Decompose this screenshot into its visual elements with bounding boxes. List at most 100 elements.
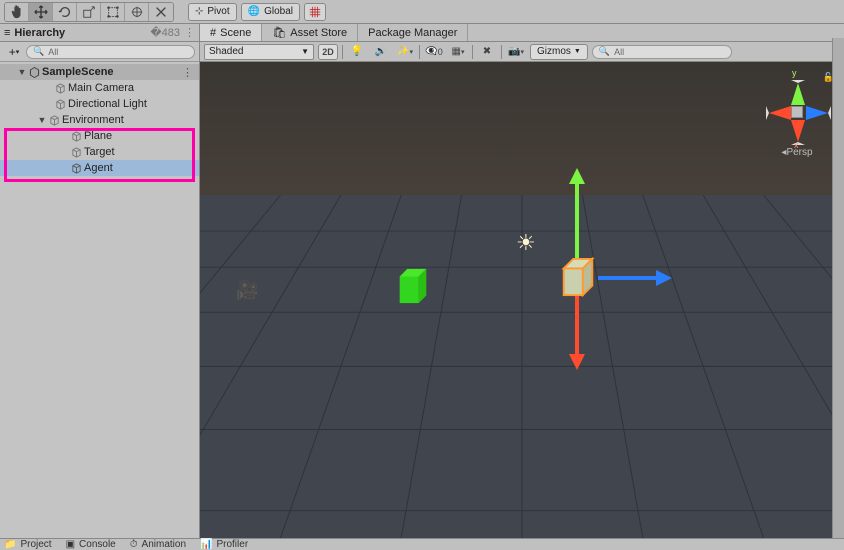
pivot-icon: ⊹ — [195, 6, 203, 17]
gizmos-label: Gizmos — [537, 46, 571, 57]
move-tool-button[interactable] — [29, 3, 53, 21]
hierarchy-item-label: Plane — [84, 130, 112, 142]
search-icon: 🔍 — [599, 46, 610, 57]
hierarchy-panel: ≡ Hierarchy �483 ⋮ +▾ 🔍 All ▼ SampleSce — [0, 24, 200, 538]
gizmo-center-cube[interactable] — [791, 106, 803, 118]
search-icon: 🔍 — [33, 46, 44, 57]
global-toggle-button[interactable]: 🌐 Global — [241, 3, 300, 21]
rotate-tool-button[interactable] — [53, 3, 77, 21]
scene-label: SampleScene — [42, 66, 114, 78]
animation-icon: ⏱ — [130, 539, 138, 550]
globe-icon: 🌐 — [248, 6, 260, 17]
shading-mode-dropdown[interactable]: Shaded ▼ — [204, 44, 314, 60]
chevron-down-icon: ▼ — [301, 47, 309, 56]
custom-tools-button[interactable] — [149, 3, 173, 21]
vertical-scrollbar[interactable] — [832, 38, 844, 538]
hierarchy-item-label: Agent — [84, 162, 113, 174]
tool-settings-icon[interactable]: ✖ — [477, 44, 497, 60]
pivot-label: Pivot — [207, 6, 229, 17]
scene-menu-icon[interactable]: ⋮ — [182, 66, 199, 79]
tab-console[interactable]: ▣Console — [66, 539, 116, 550]
target-cube-object[interactable] — [394, 267, 432, 305]
move-gizmo-x-axis[interactable] — [598, 276, 658, 280]
expand-arrow-icon[interactable]: ▼ — [16, 67, 28, 77]
scale-tool-button[interactable] — [77, 3, 101, 21]
folder-icon: 📁 — [4, 539, 16, 550]
camera-settings-icon[interactable]: 📷▾ — [506, 44, 526, 60]
tab-profiler[interactable]: 📊Profiler — [200, 539, 248, 550]
gameobject-icon — [70, 146, 82, 158]
hand-tool-button[interactable] — [5, 3, 29, 21]
hierarchy-item-target[interactable]: Target — [0, 144, 199, 160]
orientation-gizmo[interactable]: 🔓 y z x ◂Persp — [762, 68, 832, 158]
grid-toggle-icon[interactable]: ▦▾ — [448, 44, 468, 60]
transform-tool-button[interactable] — [125, 3, 149, 21]
agent-cube-object[interactable] — [558, 257, 598, 297]
projection-label[interactable]: ◂Persp — [762, 147, 832, 158]
move-gizmo-z-axis[interactable] — [575, 294, 579, 356]
hierarchy-item-label: Directional Light — [68, 98, 147, 110]
profiler-icon: 📊 — [200, 539, 212, 550]
axis-y-cone[interactable] — [791, 80, 805, 105]
axis-z-cone[interactable] — [806, 106, 831, 120]
fx-toggle-dropdown[interactable]: ✨▾ — [395, 44, 415, 60]
hierarchy-search-input[interactable]: 🔍 All — [26, 45, 195, 59]
hierarchy-icon: ≡ — [4, 27, 10, 39]
hierarchy-item-label: Target — [84, 146, 115, 158]
console-icon: ▣ — [66, 539, 75, 550]
hierarchy-item-label: Environment — [62, 114, 124, 126]
scene-tab-label: Scene — [220, 27, 251, 39]
axis-x-neg-cone[interactable] — [766, 106, 791, 120]
hierarchy-item-main-camera[interactable]: Main Camera — [0, 80, 199, 96]
hierarchy-item-agent[interactable]: Agent — [0, 160, 199, 176]
move-gizmo-y-axis[interactable] — [575, 182, 579, 264]
package-manager-tab-label: Package Manager — [368, 27, 457, 39]
asset-store-icon: 🛍 — [272, 26, 286, 39]
asset-store-tab-label: Asset Store — [290, 27, 347, 39]
tab-scene[interactable]: # Scene — [200, 24, 262, 41]
camera-gizmo[interactable]: 🎥 — [236, 280, 258, 301]
pivot-toggle-button[interactable]: ⊹ Pivot — [188, 3, 237, 21]
rect-tool-button[interactable] — [101, 3, 125, 21]
main-toolbar: ⊹ Pivot 🌐 Global — [0, 0, 844, 24]
scene-search-placeholder: All — [614, 47, 624, 57]
scene-tabs: # Scene 🛍 Asset Store Package Manager — [200, 24, 844, 42]
global-label: Global — [264, 6, 293, 17]
scene-viewport[interactable]: ☀ 🎥 🔓 y z — [200, 62, 844, 538]
lighting-toggle-icon[interactable]: 💡 — [347, 44, 367, 60]
hierarchy-item-directional-light[interactable]: Directional Light — [0, 96, 199, 112]
tab-project[interactable]: 📁Project — [4, 539, 52, 550]
scene-toolbar: Shaded ▼ 2D 💡 🔊 ✨▾ 👁‍🗨0 ▦▾ ✖ 📷▾ Gizmos ▼ — [200, 42, 844, 62]
gameobject-icon — [70, 130, 82, 142]
gameobject-icon — [70, 162, 82, 174]
gameobject-icon — [48, 114, 60, 126]
scene-tab-icon: # — [210, 27, 216, 39]
tab-asset-store[interactable]: 🛍 Asset Store — [262, 24, 358, 41]
chevron-down-icon: ▼ — [574, 48, 581, 55]
tab-package-manager[interactable]: Package Manager — [358, 24, 468, 41]
hierarchy-item-plane[interactable]: Plane — [0, 128, 199, 144]
hierarchy-add-button[interactable]: +▾ — [4, 45, 24, 59]
gameobject-icon — [54, 98, 66, 110]
grid-snap-button[interactable] — [304, 3, 326, 21]
expand-arrow-icon[interactable]: ▼ — [36, 115, 48, 125]
hierarchy-item-environment[interactable]: ▼ Environment — [0, 112, 199, 128]
tab-animation[interactable]: ⏱Animation — [130, 539, 186, 550]
scene-search-input[interactable]: 🔍 All — [592, 45, 732, 59]
hierarchy-lock-icon[interactable]: �483 — [150, 26, 180, 39]
gizmos-dropdown[interactable]: Gizmos ▼ — [530, 44, 588, 60]
scene-row[interactable]: ▼ SampleScene ⋮ — [0, 64, 199, 80]
visibility-toggle[interactable]: 👁‍🗨0 — [424, 44, 444, 60]
hierarchy-menu-icon[interactable]: ⋮ — [184, 26, 195, 39]
unity-logo-icon — [28, 66, 40, 78]
hierarchy-item-label: Main Camera — [68, 82, 134, 94]
audio-toggle-icon[interactable]: 🔊 — [371, 44, 391, 60]
gameobject-icon — [54, 82, 66, 94]
mode-2d-toggle[interactable]: 2D — [318, 44, 338, 60]
hierarchy-search-placeholder: All — [48, 47, 58, 57]
directional-light-gizmo[interactable]: ☀ — [516, 230, 536, 256]
scene-panel: # Scene 🛍 Asset Store Package Manager Sh… — [200, 24, 844, 538]
axis-y-label: y — [792, 68, 797, 78]
hierarchy-tree: ▼ SampleScene ⋮ Main Camera Directional … — [0, 62, 199, 538]
hierarchy-title: Hierarchy — [14, 27, 65, 39]
